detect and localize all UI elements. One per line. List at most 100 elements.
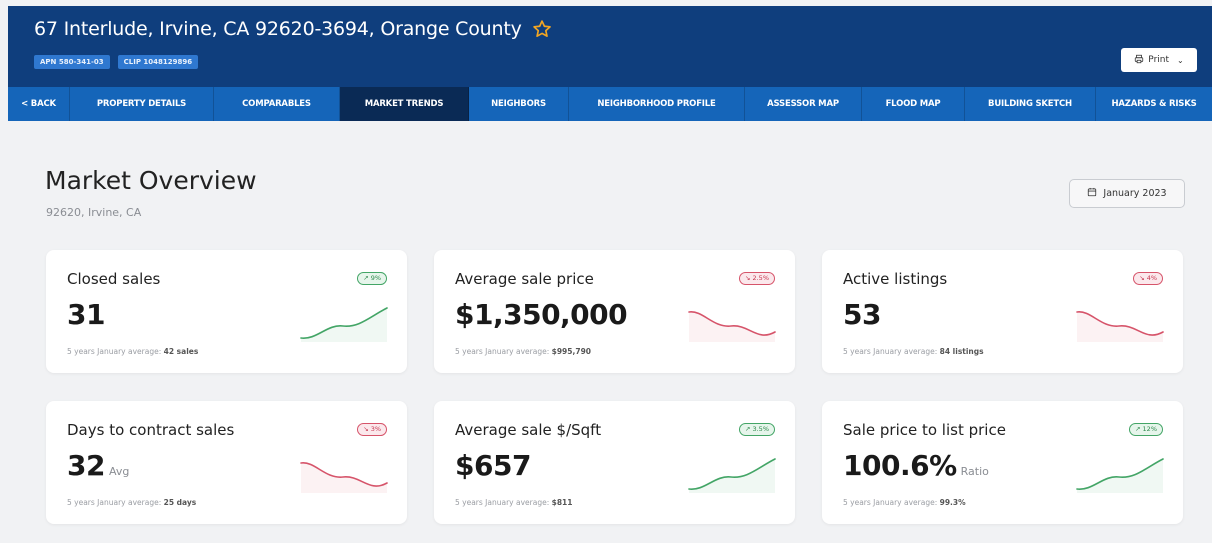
trend-arrow-icon: ↗ xyxy=(745,425,751,433)
metric-card-average-sale-price: Average sale price ↘ 2.5% $1,350,000 5 ye… xyxy=(434,250,795,373)
address-text: 67 Interlude, Irvine, CA 92620-3694, Ora… xyxy=(34,18,522,40)
metric-card-active-listings: Active listings ↘ 4% 53 5 years January a… xyxy=(822,250,1183,373)
card-title: Closed sales xyxy=(67,270,161,288)
metric-card-average-sale-sqft: Average sale $/Sqft ↗ 3.5% $657 5 years J… xyxy=(434,401,795,524)
clip-chip: CLIP 1048129896 xyxy=(117,55,199,69)
foot-value: 42 sales xyxy=(163,347,199,356)
trend-arrow-icon: ↗ xyxy=(1135,425,1141,433)
sparkline-area xyxy=(1077,311,1163,342)
trend-arrow-icon: ↘ xyxy=(745,274,751,282)
sparkline-area xyxy=(689,459,775,493)
card-title: Average sale price xyxy=(455,270,594,288)
foot-value: 25 days xyxy=(163,498,197,507)
tab-market-trends[interactable]: MARKET TRENDS xyxy=(340,87,469,121)
card-title: Days to contract sales xyxy=(67,421,235,439)
foot-prefix: 5 years January average: xyxy=(67,498,162,507)
badge-value: 2.5% xyxy=(752,274,769,282)
property-header: 67 Interlude, Irvine, CA 92620-3694, Ora… xyxy=(8,6,1212,87)
calendar-icon xyxy=(1087,187,1097,200)
tab-assessor-map[interactable]: ASSESSOR MAP xyxy=(745,87,862,121)
card-footnote: 5 years January average: 84 listings xyxy=(843,347,984,356)
card-footnote: 5 years January average: 42 sales xyxy=(67,347,198,356)
page-subtitle: 92620, Irvine, CA xyxy=(46,206,142,219)
trend-arrow-icon: ↘ xyxy=(1139,274,1145,282)
foot-prefix: 5 years January average: xyxy=(843,498,938,507)
sparkline xyxy=(688,311,776,342)
value-number: $1,350,000 xyxy=(455,298,628,331)
sparkline xyxy=(1076,458,1164,493)
chevron-down-icon: ⌄ xyxy=(1177,55,1184,65)
card-title: Sale price to list price xyxy=(843,421,1006,439)
card-footnote: 5 years January average: 25 days xyxy=(67,498,196,507)
badge-value: 9% xyxy=(370,274,381,282)
value-unit: Ratio xyxy=(960,465,989,478)
sparkline-area xyxy=(301,462,387,493)
metric-card-days-to-contract: Days to contract sales ↘ 3% 32 Avg 5 years… xyxy=(46,401,407,524)
card-value: 53 xyxy=(843,298,885,331)
foot-prefix: 5 years January average: xyxy=(67,347,162,356)
card-value: 100.6% Ratio xyxy=(843,449,989,482)
tab-neighborhood-profile[interactable]: NEIGHBORHOOD PROFILE xyxy=(569,87,745,121)
trend-arrow-icon: ↗ xyxy=(363,274,369,282)
date-picker-button[interactable]: January 2023 xyxy=(1069,179,1185,208)
trend-badge: ↗ 9% xyxy=(357,272,387,285)
parcel-chips: APN 580-341-03 CLIP 1048129896 xyxy=(34,55,199,69)
date-label: January 2023 xyxy=(1103,188,1167,199)
card-value: $1,350,000 xyxy=(455,298,631,331)
value-number: 53 xyxy=(843,298,881,331)
foot-value: 84 listings xyxy=(939,347,984,356)
apn-chip: APN 580-341-03 xyxy=(34,55,110,69)
badge-value: 3% xyxy=(370,425,381,433)
card-footnote: 5 years January average: $995,790 xyxy=(455,347,591,356)
tab-property-details[interactable]: PROPERTY DETAILS xyxy=(70,87,214,121)
badge-value: 3.5% xyxy=(752,425,769,433)
value-number: $657 xyxy=(455,449,531,482)
print-label: Print xyxy=(1148,55,1169,65)
tab-bar: < BACK PROPERTY DETAILS COMPARABLES MARK… xyxy=(8,87,1212,121)
printer-icon xyxy=(1134,54,1144,67)
sparkline-area xyxy=(301,308,387,342)
page-title: Market Overview xyxy=(45,166,257,195)
tab-back[interactable]: < BACK xyxy=(8,87,70,121)
tab-hazards-risks[interactable]: HAZARDS & RISKS xyxy=(1096,87,1212,121)
sparkline xyxy=(1076,311,1164,342)
card-title: Average sale $/Sqft xyxy=(455,421,602,439)
trend-badge: ↗ 12% xyxy=(1129,423,1163,436)
trend-badge: ↘ 2.5% xyxy=(739,272,775,285)
trend-badge: ↗ 3.5% xyxy=(739,423,775,436)
tab-comparables[interactable]: COMPARABLES xyxy=(214,87,340,121)
metric-card-closed-sales: Closed sales ↗ 9% 31 5 years January aver… xyxy=(46,250,407,373)
sparkline xyxy=(688,458,776,493)
trend-badge: ↘ 4% xyxy=(1133,272,1163,285)
sparkline xyxy=(300,462,388,493)
card-title: Active listings xyxy=(843,270,948,288)
card-value: 32 Avg xyxy=(67,449,129,482)
foot-prefix: 5 years January average: xyxy=(455,498,550,507)
sparkline-area xyxy=(1077,459,1163,493)
card-value: 31 xyxy=(67,298,109,331)
metric-card-sale-to-list-ratio: Sale price to list price ↗ 12% 100.6% Rati… xyxy=(822,401,1183,524)
card-footnote: 5 years January average: 99.3% xyxy=(843,498,966,507)
foot-value: 99.3% xyxy=(939,498,966,507)
foot-value: $995,790 xyxy=(551,347,592,356)
sparkline xyxy=(300,307,388,342)
badge-value: 12% xyxy=(1142,425,1157,433)
tab-flood-map[interactable]: FLOOD MAP xyxy=(862,87,965,121)
badge-value: 4% xyxy=(1146,274,1157,282)
trend-arrow-icon: ↘ xyxy=(363,425,369,433)
print-button[interactable]: Print ⌄ xyxy=(1121,48,1197,72)
value-number: 100.6% xyxy=(843,449,957,482)
foot-prefix: 5 years January average: xyxy=(455,347,550,356)
sparkline-area xyxy=(689,311,775,342)
value-unit: Avg xyxy=(108,465,130,478)
foot-value: $811 xyxy=(551,498,573,507)
card-value: $657 xyxy=(455,449,535,482)
foot-prefix: 5 years January average: xyxy=(843,347,938,356)
value-number: 31 xyxy=(67,298,105,331)
tab-neighbors[interactable]: NEIGHBORS xyxy=(469,87,569,121)
card-footnote: 5 years January average: $811 xyxy=(455,498,573,507)
tab-building-sketch[interactable]: BUILDING SKETCH xyxy=(965,87,1096,121)
trend-badge: ↘ 3% xyxy=(357,423,387,436)
property-address: 67 Interlude, Irvine, CA 92620-3694, Ora… xyxy=(34,18,552,40)
star-icon[interactable] xyxy=(532,19,552,39)
